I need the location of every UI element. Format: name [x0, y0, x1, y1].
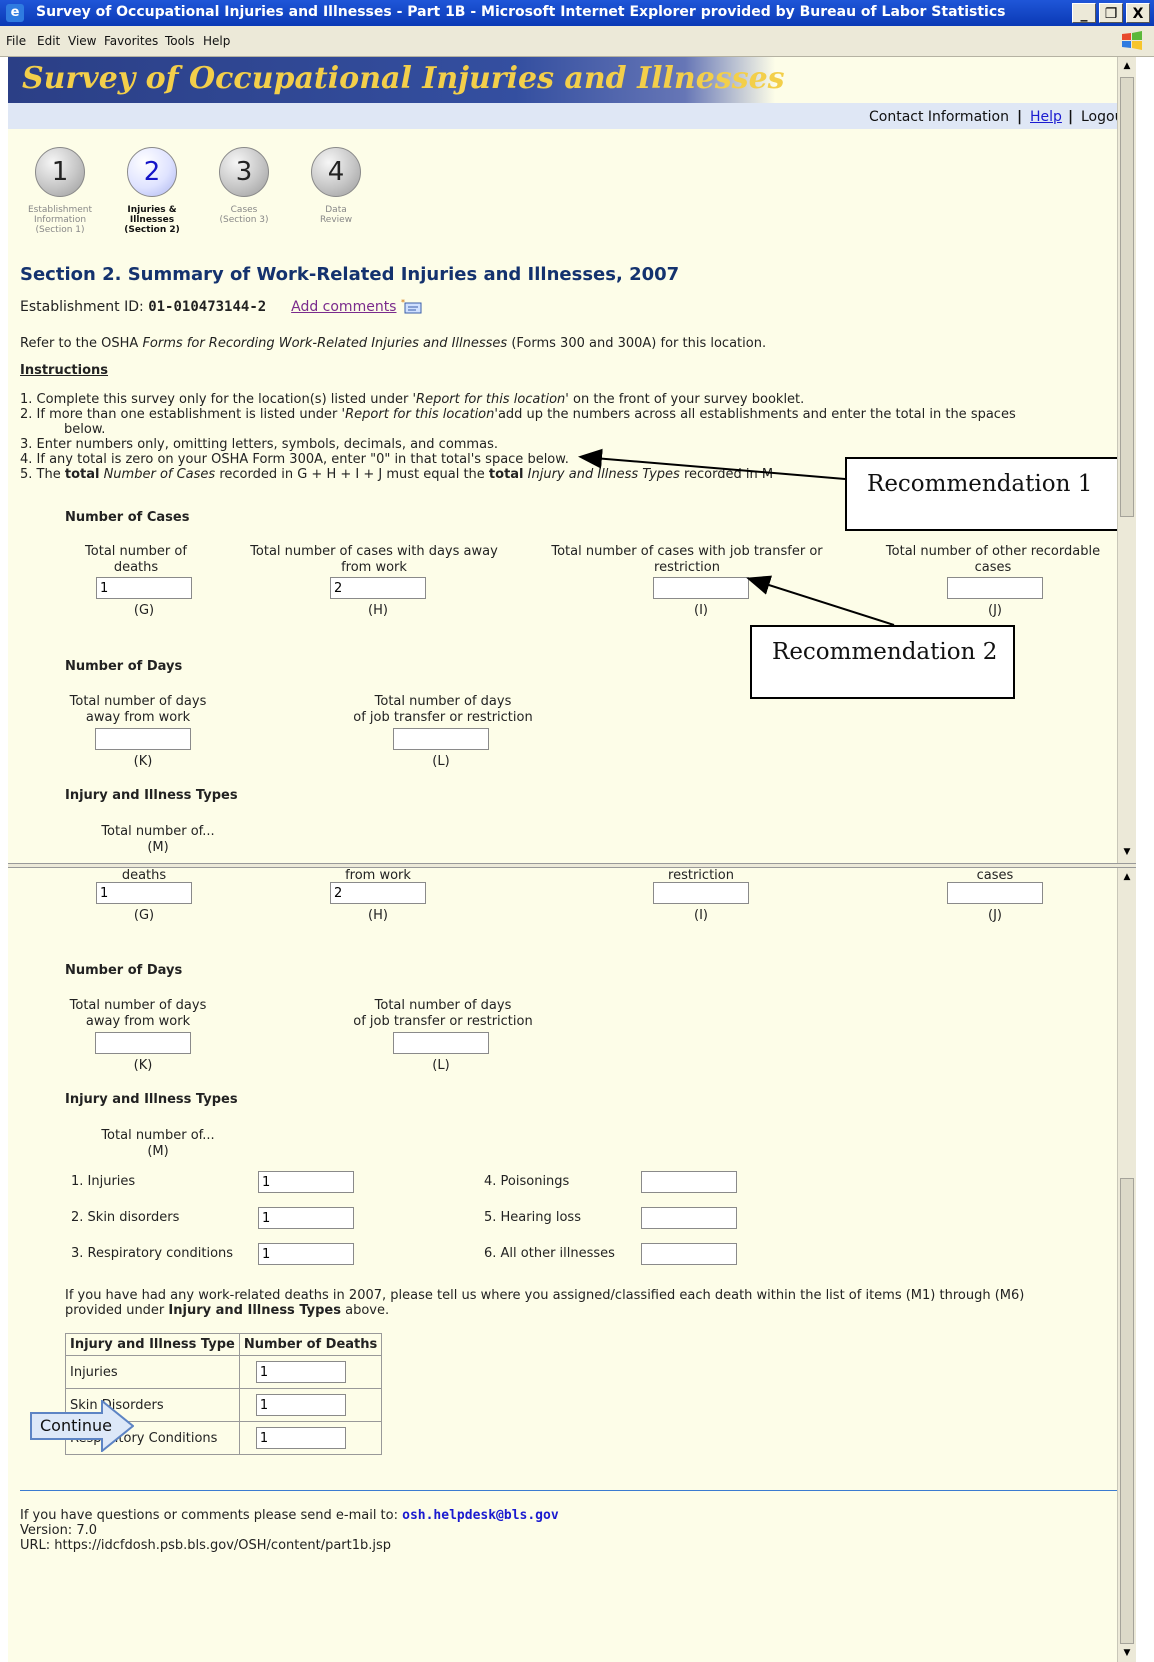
label-line: of job transfer or restriction — [353, 1014, 533, 1029]
helpdesk-email-link[interactable]: osh.helpdesk@bls.gov — [402, 1508, 559, 1523]
scrollbar-top-pane[interactable]: ▲ ▼ — [1117, 57, 1136, 863]
days-away-cases-input[interactable] — [330, 882, 426, 904]
code-g: (G) — [133, 908, 155, 923]
days-away-input[interactable] — [95, 1032, 191, 1054]
deaths-injuries-input[interactable] — [255, 1361, 346, 1383]
footer: If you have questions or comments please… — [20, 1508, 559, 1553]
m3-label: 3. Respiratory conditions — [71, 1246, 234, 1261]
minimize-button[interactable]: _ — [1072, 3, 1096, 23]
content-pane-bottom: deaths from work restriction cases (G) (… — [8, 868, 1136, 1662]
column-header: Number of Deaths — [238, 1333, 383, 1356]
q-text: provided under — [65, 1303, 169, 1318]
label-line: Total number of... — [101, 1128, 215, 1143]
table-header-row: Injury and Illness Type Number of Deaths — [65, 1333, 383, 1356]
table-row: Injuries — [65, 1355, 383, 1389]
code-h: (H) — [368, 908, 388, 923]
close-button[interactable]: X — [1126, 3, 1150, 23]
hearing-loss-input[interactable] — [641, 1207, 737, 1229]
deaths-question: If you have had any work-related deaths … — [65, 1288, 1024, 1318]
job-transfer-days-input[interactable] — [393, 1032, 489, 1054]
deaths-input[interactable] — [96, 882, 192, 904]
types-heading: Injury and Illness Types — [65, 1092, 238, 1107]
menu-view[interactable]: View — [68, 34, 96, 48]
menu-file[interactable]: File — [6, 34, 26, 48]
menu-help[interactable]: Help — [203, 34, 230, 48]
label-line: Total number of days — [374, 998, 512, 1013]
m5-label: 5. Hearing loss — [484, 1210, 581, 1225]
scroll-down-icon[interactable]: ▼ — [1120, 845, 1134, 859]
poisonings-input[interactable] — [641, 1171, 737, 1193]
column-header: Injury and Illness Type — [65, 1333, 240, 1356]
days-heading: Number of Days — [65, 963, 183, 978]
m4-label: 4. Poisonings — [484, 1174, 570, 1189]
scroll-up-icon[interactable]: ▲ — [1120, 59, 1134, 73]
menu-tools[interactable]: Tools — [165, 34, 195, 48]
menu-edit[interactable]: Edit — [37, 34, 60, 48]
menu-favorites[interactable]: Favorites — [104, 34, 158, 48]
deaths-question-line: If you have had any work-related deaths … — [65, 1288, 1025, 1303]
job-transfer-cases-input[interactable] — [653, 882, 749, 904]
restore-button[interactable]: ❐ — [1099, 3, 1123, 23]
respiratory-conditions-input[interactable] — [258, 1243, 354, 1265]
code-k: (K) — [133, 1058, 153, 1073]
footer-divider — [20, 1490, 1120, 1491]
footer-contact-line: If you have questions or comments please… — [20, 1508, 559, 1523]
scroll-up-icon[interactable]: ▲ — [1120, 870, 1134, 884]
m6-label: 6. All other illnesses — [484, 1246, 615, 1261]
arrow-rec-2 — [746, 575, 895, 626]
code-j: (J) — [988, 908, 1002, 923]
code-l: (L) — [432, 1058, 450, 1073]
m1-label: 1. Injuries — [71, 1174, 136, 1189]
deaths-question-line: provided under Injury and Illness Types … — [65, 1303, 1024, 1318]
q-bold: Injury and Illness Types — [168, 1303, 341, 1318]
window-title-bar: e Survey of Occupational Injuries and Il… — [0, 0, 1154, 26]
scroll-thumb[interactable] — [1120, 1178, 1134, 1644]
skin-disorders-input[interactable] — [258, 1207, 354, 1229]
label-line: away from work — [85, 1014, 191, 1029]
other-recordable-input[interactable] — [947, 882, 1043, 904]
footer-version: Version: 7.0 — [20, 1523, 97, 1538]
window-title: Survey of Occupational Injuries and Illn… — [36, 4, 1006, 20]
annotation-arrows — [578, 448, 895, 626]
value-cell — [238, 1388, 383, 1422]
other-illnesses-input[interactable] — [641, 1243, 737, 1265]
scroll-down-icon[interactable]: ▼ — [1120, 1646, 1134, 1660]
scroll-thumb[interactable] — [1120, 77, 1134, 517]
q-text: above. — [340, 1303, 390, 1318]
ie-app-icon[interactable]: e — [6, 4, 24, 22]
injuries-input[interactable] — [258, 1171, 354, 1193]
footer-question: If you have questions or comments please… — [20, 1508, 403, 1523]
label-line: (M) — [147, 1144, 169, 1159]
label-line: Total number of days — [69, 998, 207, 1013]
scrollbar-bottom-pane[interactable]: ▲ ▼ — [1117, 868, 1136, 1662]
arrow-rec-1 — [578, 448, 846, 480]
value-cell — [238, 1355, 383, 1389]
footer-url: URL: https://idcfdosh.psb.bls.gov/OSH/co… — [20, 1538, 392, 1553]
types-total-label: Total number of... (M) — [88, 1128, 228, 1160]
code-i: (I) — [694, 908, 708, 923]
continue-button[interactable]: Continue — [40, 1416, 112, 1435]
job-transfer-days-label: Total number of days of job transfer or r… — [328, 998, 558, 1030]
days-away-label: Total number of days away from work — [58, 998, 218, 1030]
type-cell: Injuries — [65, 1355, 240, 1389]
value-cell — [238, 1421, 383, 1455]
m2-label: 2. Skin disorders — [71, 1210, 180, 1225]
deaths-respiratory-input[interactable] — [255, 1427, 346, 1449]
deaths-skin-input[interactable] — [255, 1394, 346, 1416]
menu-bar: File Edit View Favorites Tools Help — [0, 26, 1154, 57]
content-pane-top: Survey of Occupational Injuries and Illn… — [8, 57, 1136, 863]
windows-logo-icon — [1122, 31, 1142, 50]
